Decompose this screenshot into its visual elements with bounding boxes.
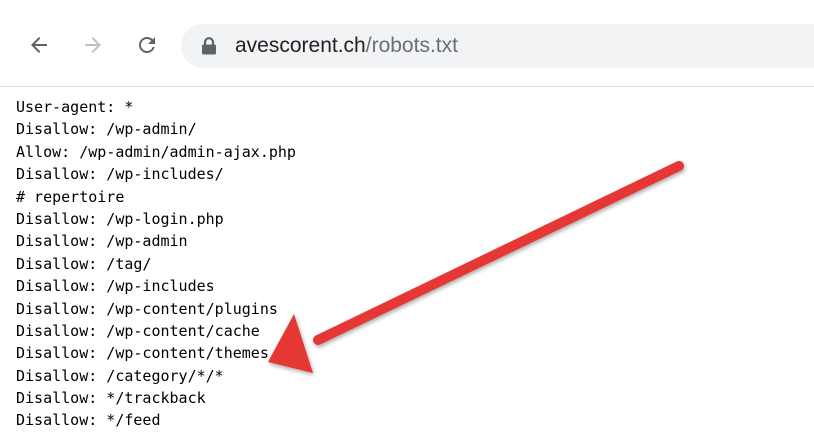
forward-button[interactable] xyxy=(76,28,110,62)
address-bar[interactable]: avescorent.ch/robots.txt xyxy=(181,24,814,68)
browser-toolbar: avescorent.ch/robots.txt xyxy=(0,0,814,87)
robots-txt-content: User-agent: * Disallow: /wp-admin/ Allow… xyxy=(16,96,296,432)
robots-line: Disallow: /wp-admin xyxy=(16,232,188,251)
arrow-shaft xyxy=(313,161,684,345)
reload-icon xyxy=(139,37,155,53)
reload-button[interactable] xyxy=(130,28,164,62)
back-arrow-icon xyxy=(31,37,47,53)
robots-line: Disallow: /wp-includes/ xyxy=(16,165,224,184)
lock-icon[interactable] xyxy=(201,37,217,55)
robots-line: Disallow: /wp-content/cache xyxy=(16,321,260,340)
url-text[interactable]: avescorent.ch/robots.txt xyxy=(235,34,458,58)
robots-line: Disallow: */feed xyxy=(16,411,161,430)
robots-line: # repertoire xyxy=(16,187,125,206)
robots-line: Disallow: /wp-login.php xyxy=(16,209,224,228)
url-path: /robots.txt xyxy=(365,34,458,57)
forward-arrow-icon xyxy=(85,37,101,53)
robots-line: Disallow: */trackback xyxy=(16,389,206,408)
robots-line: Disallow: /category/*/* xyxy=(16,366,224,385)
robots-line: Disallow: /wp-content/themes xyxy=(16,344,269,363)
robots-line: Allow: /wp-admin/admin-ajax.php xyxy=(16,142,296,161)
robots-line: User-agent: * xyxy=(16,98,134,116)
robots-line: Disallow: /wp-admin/ xyxy=(16,120,197,139)
back-button[interactable] xyxy=(22,28,56,62)
robots-line: Disallow: /wp-includes xyxy=(16,277,215,296)
url-host: avescorent.ch xyxy=(235,34,366,57)
robots-line: Disallow: /tag/ xyxy=(16,254,152,273)
robots-line: Disallow: /wp-content/plugins xyxy=(16,299,278,318)
